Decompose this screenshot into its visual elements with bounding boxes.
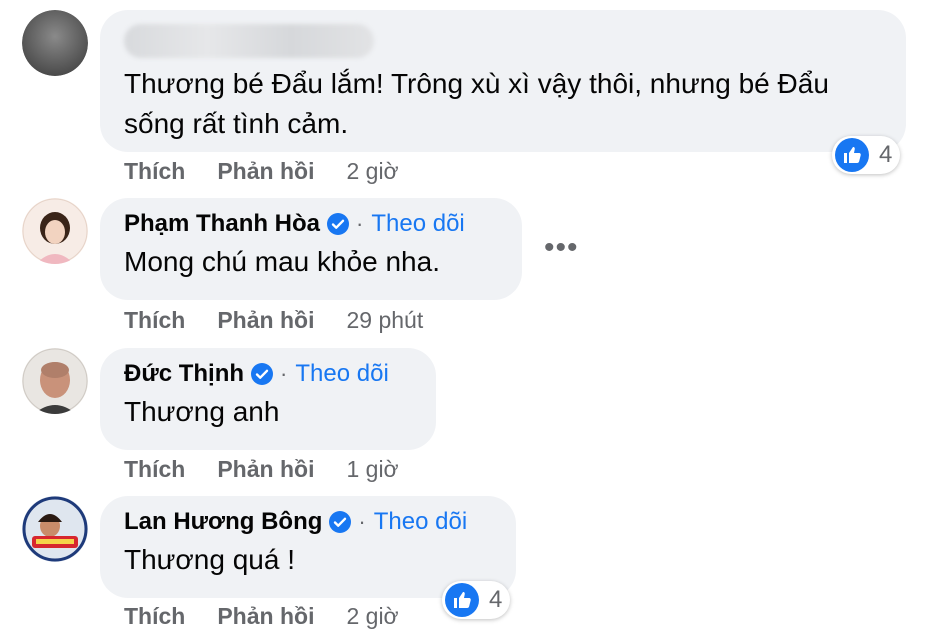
reply-link[interactable]: Phản hồi <box>217 456 314 483</box>
comment-text: Thương quá ! <box>124 544 295 575</box>
author-name[interactable]: Đức Thịnh <box>124 358 244 390</box>
avatar-image <box>22 348 88 414</box>
comment-bubble: Phạm Thanh Hòa · Theo dõi Mong chú mau k… <box>100 198 522 300</box>
comment-text: Thương bé Đẩu lắm! Trông xù xì vậy thôi,… <box>124 68 829 139</box>
reply-link[interactable]: Phản hồi <box>217 603 314 630</box>
avatar[interactable] <box>22 496 88 562</box>
reply-link[interactable]: Phản hồi <box>217 307 314 334</box>
follow-link[interactable]: Theo dõi <box>371 208 464 240</box>
avatar-image <box>22 496 88 562</box>
like-reaction-icon <box>445 583 479 617</box>
separator: · <box>356 211 364 236</box>
more-options-icon[interactable]: ••• <box>544 233 579 263</box>
comment-bubble: Thương bé Đẩu lắm! Trông xù xì vậy thôi,… <box>100 10 906 152</box>
separator: · <box>358 509 366 534</box>
avatar[interactable] <box>22 10 88 76</box>
timestamp[interactable]: 1 giờ <box>346 456 398 483</box>
author-name[interactable]: Phạm Thanh Hòa <box>124 208 320 240</box>
reaction-count-label: 4 <box>489 586 503 613</box>
timestamp[interactable]: 29 phút <box>346 307 423 334</box>
reaction-count[interactable]: 4 <box>442 581 511 619</box>
comment-actions: Thích Phản hồi 2 giờ <box>124 603 399 630</box>
reaction-count-label: 4 <box>879 141 893 168</box>
comment-text: Mong chú mau khỏe nha. <box>124 246 440 277</box>
separator: · <box>280 361 288 386</box>
author-name[interactable]: Lan Hương Bông <box>124 506 322 538</box>
reaction-count[interactable]: 4 <box>832 136 901 174</box>
follow-link[interactable]: Theo dõi <box>374 506 467 538</box>
follow-link[interactable]: Theo dõi <box>295 358 388 390</box>
timestamp[interactable]: 2 giờ <box>346 603 398 630</box>
like-reaction-icon <box>835 138 869 172</box>
verified-badge-icon <box>251 363 274 385</box>
avatar[interactable] <box>22 348 88 414</box>
like-link[interactable]: Thích <box>124 603 185 630</box>
timestamp[interactable]: 2 giờ <box>346 158 398 185</box>
verified-badge-icon <box>327 213 350 235</box>
verified-badge-icon <box>329 511 352 533</box>
comment-text: Thương anh <box>124 396 280 427</box>
like-link[interactable]: Thích <box>124 456 185 483</box>
comment-actions: Thích Phản hồi 1 giờ <box>124 456 399 483</box>
reply-link[interactable]: Phản hồi <box>217 158 314 185</box>
blurred-avatar-image <box>22 10 88 76</box>
like-link[interactable]: Thích <box>124 307 185 334</box>
comment-bubble: Đức Thịnh · Theo dõi Thương anh <box>100 348 436 450</box>
comment-actions: Thích Phản hồi 2 giờ <box>124 158 399 185</box>
comment-actions: Thích Phản hồi 29 phút <box>124 307 423 334</box>
blurred-author-name <box>124 24 374 58</box>
like-link[interactable]: Thích <box>124 158 185 185</box>
avatar[interactable] <box>22 198 88 264</box>
avatar-image <box>22 198 88 264</box>
